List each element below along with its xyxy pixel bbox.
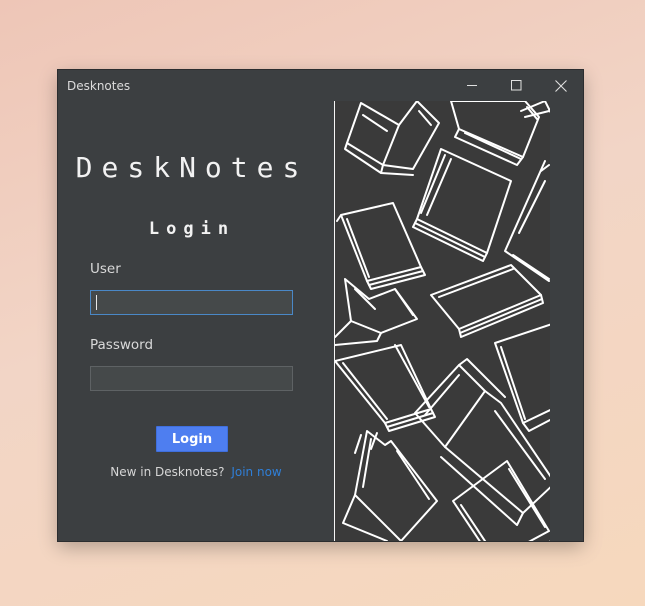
password-label: Password: [90, 337, 154, 353]
user-label: User: [90, 261, 121, 277]
text-cursor: [96, 295, 97, 310]
minimize-icon: [466, 80, 478, 91]
user-input[interactable]: [90, 290, 293, 315]
signup-prompt: New in Desknotes?: [110, 465, 225, 479]
join-now-link[interactable]: Join now: [231, 465, 281, 479]
login-button[interactable]: Login: [156, 426, 228, 452]
books-illustration: [334, 101, 550, 541]
login-heading: Login: [148, 219, 236, 239]
window-title: Desknotes: [67, 79, 131, 93]
close-icon: [555, 79, 567, 92]
signup-row: New in Desknotes? Join now: [58, 465, 334, 479]
minimize-button[interactable]: [450, 70, 494, 101]
close-button[interactable]: [539, 70, 583, 101]
title-bar[interactable]: Desknotes: [58, 70, 583, 101]
password-input[interactable]: [90, 366, 293, 391]
app-window: Desknotes DeskNotes Login User Password …: [58, 70, 583, 541]
maximize-icon: [510, 80, 522, 91]
login-panel: DeskNotes Login User Password Login New …: [58, 101, 334, 541]
maximize-button[interactable]: [494, 70, 538, 101]
app-title: DeskNotes: [75, 151, 309, 184]
